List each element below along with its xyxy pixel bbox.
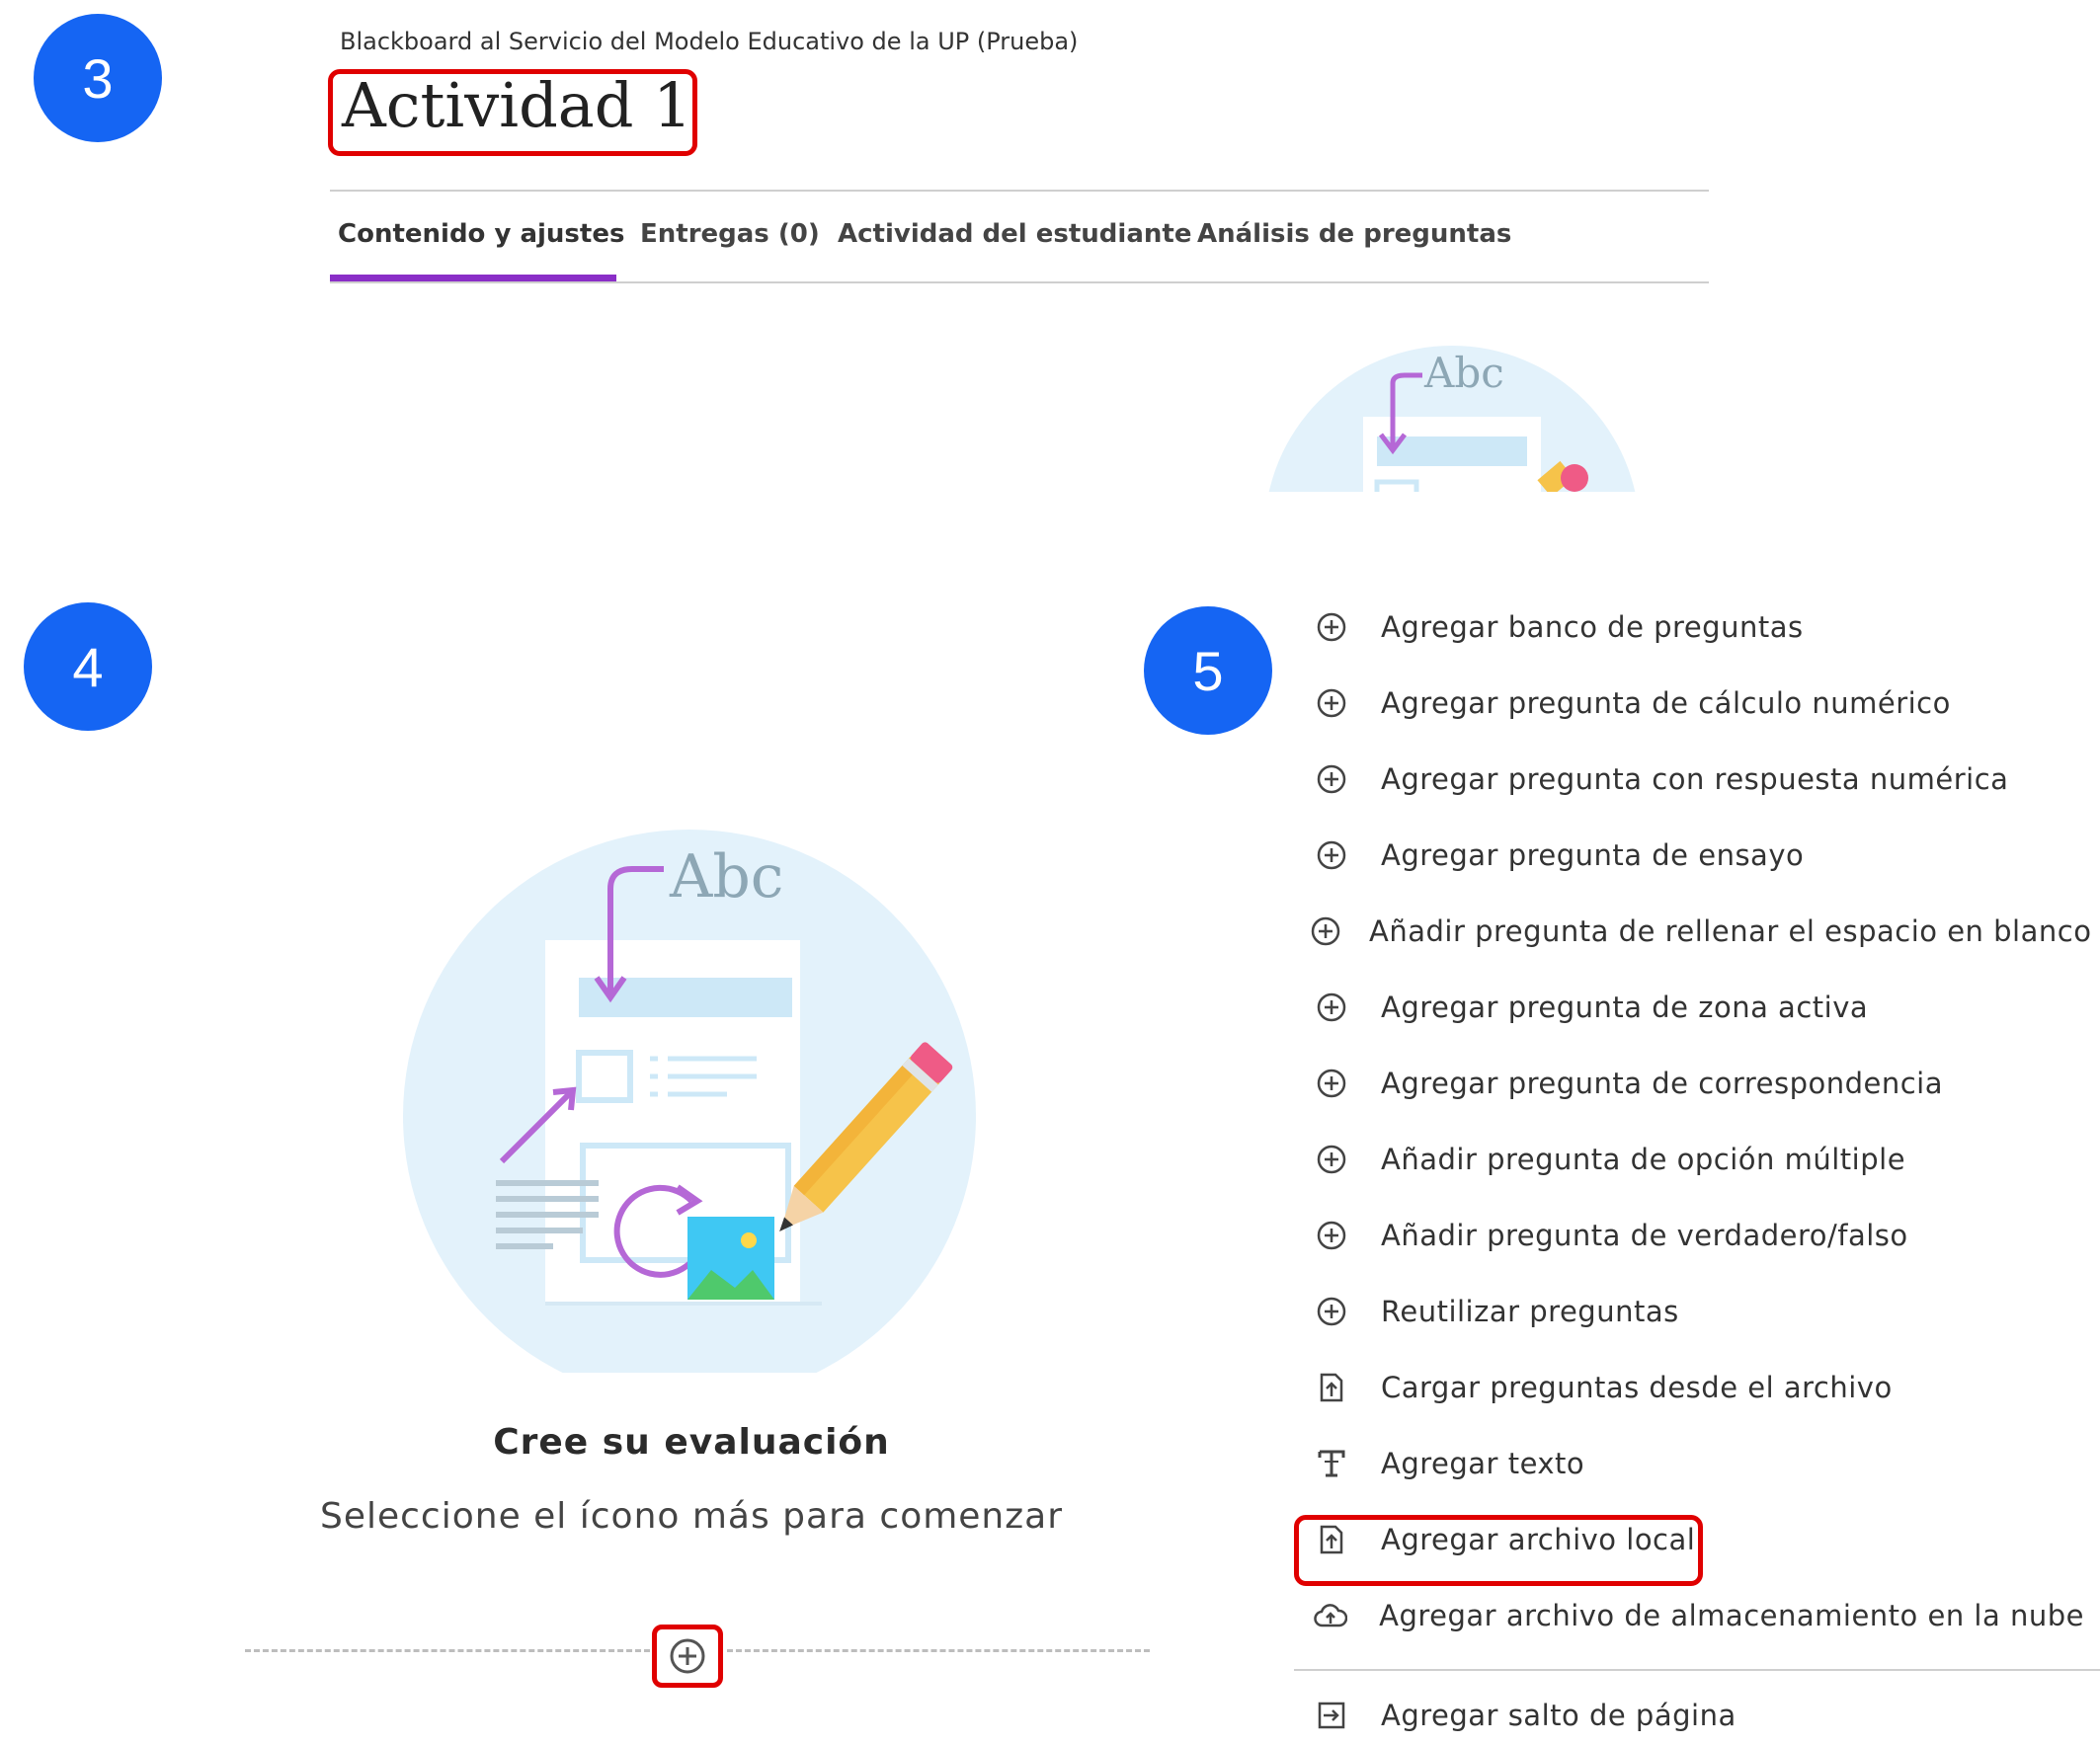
menu-item-calculo-numerico[interactable]: Agregar pregunta de cálculo numérico [1294, 674, 2084, 733]
menu-item-label: Agregar banco de preguntas [1381, 610, 1804, 644]
menu-item-almacenamiento-nube[interactable]: Agregar archivo de almacenamiento en la … [1294, 1586, 2084, 1645]
assessment-illustration: Abc [395, 820, 988, 1402]
dashed-divider-right [727, 1649, 1150, 1652]
header-divider [330, 190, 1709, 192]
menu-item-rellenar-espacio[interactable]: Añadir pregunta de rellenar el espacio e… [1294, 902, 2091, 961]
menu-item-ensayo[interactable]: Agregar pregunta de ensayo [1294, 826, 2084, 885]
abc-glyph: Abc [669, 842, 783, 912]
step-badge-3: 3 [34, 14, 162, 142]
menu-item-label: Agregar salto de página [1381, 1699, 1737, 1732]
tab-actividad-estudiante[interactable]: Actividad del estudiante [838, 219, 1191, 249]
plus-circle-icon [1310, 833, 1353, 877]
menu-item-label: Agregar pregunta de correspondencia [1381, 1067, 1943, 1100]
file-upload-icon [1310, 1366, 1353, 1409]
tab-contenido-ajustes[interactable]: Contenido y ajustes [338, 219, 624, 249]
dashed-divider-left [245, 1649, 650, 1652]
abc-glyph-small: Abc [1423, 349, 1504, 397]
menu-item-cargar-archivo[interactable]: Cargar preguntas desde el archivo [1294, 1358, 2084, 1417]
menu-item-reutilizar[interactable]: Reutilizar preguntas [1294, 1282, 2084, 1341]
active-tab-indicator [330, 275, 616, 281]
menu-item-label: Reutilizar preguntas [1381, 1295, 1679, 1328]
menu-divider [1294, 1669, 2100, 1671]
empty-state-subtitle: Seleccione el ícono más para comenzar [319, 1496, 1064, 1537]
menu-item-zona-activa[interactable]: Agregar pregunta de zona activa [1294, 978, 2084, 1037]
plus-circle-icon [1310, 1138, 1353, 1181]
plus-circle-icon [1310, 1062, 1353, 1105]
menu-item-salto-pagina[interactable]: Agregar salto de página [1294, 1686, 2084, 1745]
breadcrumb[interactable]: Blackboard al Servicio del Modelo Educat… [340, 28, 1078, 55]
plus-circle-icon [1310, 681, 1353, 725]
menu-item-label: Añadir pregunta de verdadero/falso [1381, 1219, 1908, 1252]
menu-item-label: Agregar pregunta de zona activa [1381, 991, 1869, 1024]
tab-bar: Contenido y ajustes Entregas (0) Activid… [330, 198, 1709, 282]
menu-item-label: Añadir pregunta de opción múltiple [1381, 1143, 1906, 1176]
menu-item-verdadero-falso[interactable]: Añadir pregunta de verdadero/falso [1294, 1206, 2084, 1265]
empty-state-title: Cree su evaluación [493, 1422, 890, 1463]
cloud-upload-icon [1310, 1594, 1351, 1637]
menu-item-banco-preguntas[interactable]: Agregar banco de preguntas [1294, 597, 2084, 657]
menu-item-label: Agregar archivo de almacenamiento en la … [1379, 1599, 2084, 1632]
title-highlight-box [328, 69, 697, 156]
archivo-local-highlight-box [1294, 1515, 1703, 1586]
plus-circle-icon [1310, 910, 1341, 953]
menu-item-label: Añadir pregunta de rellenar el espacio e… [1369, 914, 2092, 948]
plus-circle-icon [1310, 605, 1353, 649]
add-content-button[interactable] [652, 1625, 723, 1688]
step-badge-4: 4 [24, 602, 152, 731]
plus-circle-icon [1310, 1290, 1353, 1333]
tabs-divider [330, 281, 1709, 283]
menu-item-correspondencia[interactable]: Agregar pregunta de correspondencia [1294, 1054, 2084, 1113]
plus-circle-icon [1310, 757, 1353, 801]
tab-analisis-preguntas[interactable]: Análisis de preguntas [1197, 219, 1511, 249]
assessment-illustration-small: Abc [1254, 336, 1650, 492]
menu-item-respuesta-numerica[interactable]: Agregar pregunta con respuesta numérica [1294, 750, 2084, 809]
menu-item-agregar-texto[interactable]: Agregar texto [1294, 1434, 2084, 1493]
plus-circle-icon [670, 1638, 705, 1674]
menu-item-opcion-multiple[interactable]: Añadir pregunta de opción múltiple [1294, 1130, 2084, 1189]
menu-item-label: Agregar texto [1381, 1447, 1585, 1480]
menu-item-label: Agregar pregunta de ensayo [1381, 838, 1805, 872]
tab-entregas[interactable]: Entregas (0) [640, 219, 820, 249]
menu-item-label: Agregar pregunta con respuesta numérica [1381, 762, 2009, 796]
page-break-icon [1310, 1694, 1353, 1737]
plus-circle-icon [1310, 986, 1353, 1029]
menu-item-label: Cargar preguntas desde el archivo [1381, 1371, 1893, 1404]
step-badge-5: 5 [1144, 606, 1272, 735]
plus-circle-icon [1310, 1214, 1353, 1257]
menu-item-label: Agregar pregunta de cálculo numérico [1381, 686, 1951, 720]
text-icon [1310, 1442, 1353, 1485]
